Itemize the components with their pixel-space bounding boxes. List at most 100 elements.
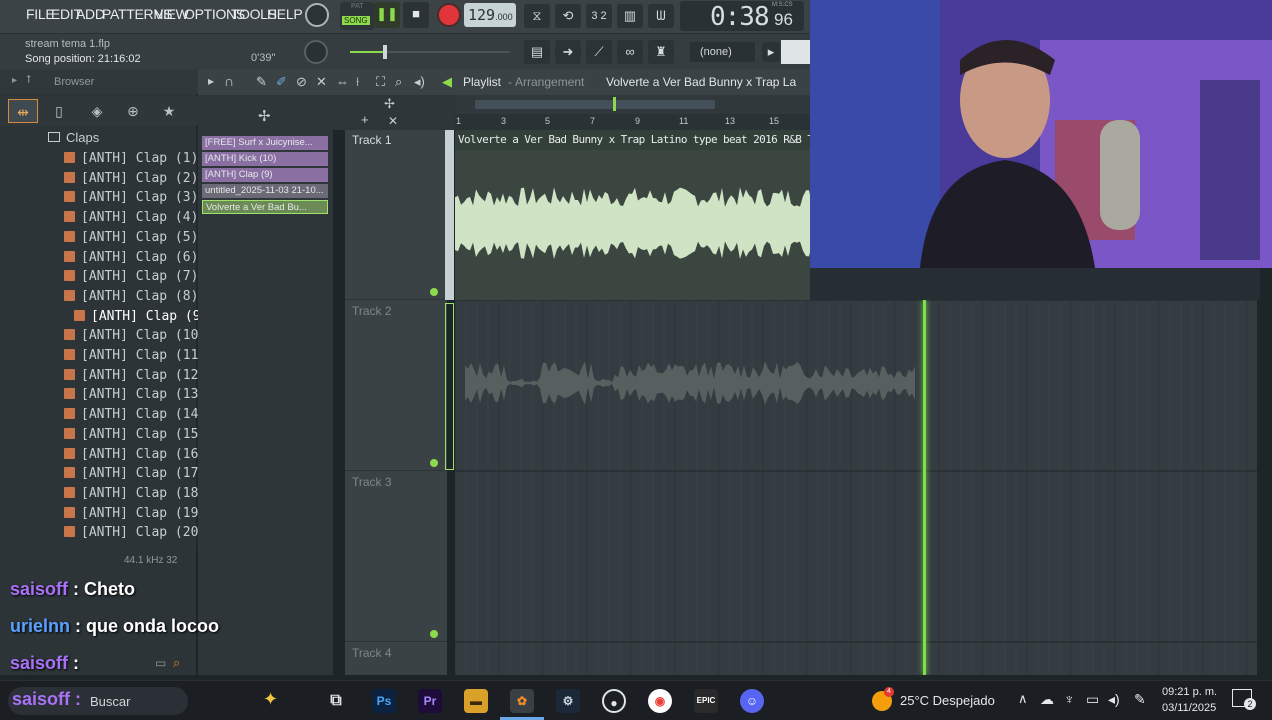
mute-icon[interactable]: ✕ [316,74,327,90]
wait-input-button[interactable]: ⟲ [555,4,581,28]
picker-item[interactable]: untitled_2025-11-03 21-10... [202,184,328,198]
main-volume-knob[interactable] [305,3,329,27]
mixer-button[interactable]: ▤ [524,40,550,64]
notification-icon[interactable]: 2 [1232,689,1256,710]
browser-item[interactable]: [ANTH] Clap (4) [64,208,198,227]
browser-up-icon[interactable]: ⭡ [26,74,31,87]
search-box[interactable]: saisoff : Buscar ✦ [8,687,278,715]
time-display[interactable]: 0:38 96 M:S:CS [680,1,804,32]
pen-icon[interactable]: ✎ [1134,691,1146,708]
cloud-icon[interactable]: ☁ [1040,691,1054,708]
picker-toggle-icon[interactable]: ✢ [258,107,271,125]
snap-selector[interactable]: (none) [690,42,755,62]
playhead[interactable] [923,300,926,675]
track-led[interactable] [430,288,438,296]
track-header-2[interactable]: Track 2 [345,301,447,471]
browser-item[interactable]: [ANTH] Clap (17) [64,464,206,483]
browser-item[interactable]: [ANTH] Clap (9) [74,307,208,326]
fl-studio-icon[interactable]: ✿ [510,689,534,713]
folder-claps[interactable]: Claps [48,130,99,145]
track-led[interactable] [430,630,438,638]
picker-item-selected[interactable]: Volverte a Ver Bad Bu... [202,200,328,214]
track-1-selector[interactable] [445,130,454,300]
close-track-icon[interactable]: ✕ [388,114,398,128]
blend-notes-button[interactable]: ᗯ [648,4,674,28]
scrollbar-thumb[interactable] [475,100,715,109]
pencil-icon[interactable]: ✎ [256,74,267,90]
browser-tab-web[interactable]: ⊕ [118,99,148,123]
track-2-selector[interactable] [445,303,454,470]
picker-item[interactable]: [FREE] Surf x Juicynise... [202,136,328,150]
track-led[interactable] [430,459,438,467]
search-icon[interactable]: ⌕ [173,655,180,671]
browser-item[interactable]: [ANTH] Clap (14) [64,405,206,424]
browser-item[interactable]: [ANTH] Clap (11) [64,346,206,365]
task-view-icon[interactable]: ⧉ [324,689,348,713]
track-header-1[interactable]: Track 1 [345,130,447,300]
clip-header[interactable]: Volverte a Ver Bad Bunny x Trap Latino t… [455,130,832,150]
browser-item[interactable]: [ANTH] Clap (1) [64,149,198,168]
browser-item[interactable]: [ANTH] Clap (8) [64,287,198,306]
playback-icon[interactable]: ◂) [414,74,425,90]
track-header-4[interactable]: Track 4 [345,643,447,675]
delete-icon[interactable]: ⊘ [296,74,307,90]
snap-next-button[interactable]: ▸ [762,42,780,62]
volume-handle[interactable] [383,45,387,59]
browser-collapse-icon[interactable]: ▸ [12,75,17,86]
playlist-scrollbar[interactable] [455,95,810,114]
song-position-marker[interactable] [613,97,616,111]
brush-icon[interactable]: ✐ [276,74,287,90]
record-button[interactable] [437,3,461,27]
select-icon[interactable]: ⛶ [376,74,385,90]
browser-item[interactable]: [ANTH] Clap (13) [64,385,206,404]
browser-item[interactable]: [ANTH] Clap (20) [64,523,206,542]
typing-keyboard-button[interactable]: ▥ [617,4,643,28]
picker-item[interactable]: [ANTH] Kick (10) [202,152,328,166]
zoom-icon[interactable]: ⌕ [395,74,402,90]
epic-games-icon[interactable]: EPIC [694,689,718,713]
add-track-icon[interactable]: + [361,112,369,127]
track-move-icon[interactable]: ✢ [384,96,395,112]
browser-item[interactable]: [ANTH] Clap (2) [64,169,198,188]
track-header-3[interactable]: Track 3 [345,472,447,642]
microphone-icon[interactable]: ♆ [1064,691,1075,707]
chrome-icon[interactable]: ◉ [648,689,672,713]
browser-item[interactable]: [ANTH] Clap (19) [64,504,206,523]
browser-item[interactable]: [ANTH] Clap (3) [64,188,198,207]
picker-item[interactable]: [ANTH] Clap (9) [202,168,328,182]
mic-button[interactable]: ♜ [648,40,674,64]
countdown-button[interactable]: 3 2 [586,4,612,28]
menu-add[interactable]: ADD [76,6,105,22]
pat-song-switch[interactable]: PAT SONG [340,2,374,30]
master-volume-slider[interactable] [350,45,510,59]
master-pitch-knob[interactable] [304,40,328,64]
browser-item[interactable]: [ANTH] Clap (5) [64,228,198,247]
browser-tab-project[interactable]: ▯ [44,99,74,123]
slice-icon[interactable]: ⟊ [356,74,359,90]
weather-text[interactable]: 25°C Despejado [900,693,995,708]
timeline-ruler[interactable]: 1 3 5 7 9 11 13 15 [455,114,810,130]
chevron-up-icon[interactable]: ∧ [1018,691,1028,707]
copilot-icon[interactable]: ✦ [263,689,278,710]
audio-clip-track-1[interactable]: Volverte a Ver Bad Bunny x Trap Latino t… [455,130,832,300]
clock-date[interactable]: 03/11/2025 [1162,702,1216,714]
folder-icon[interactable]: ▭ [155,656,166,670]
channel-rack-button[interactable]: ➜ [555,40,581,64]
browser-item[interactable]: [ANTH] Clap (10) [64,326,206,345]
network-icon[interactable]: ▭ [1086,691,1099,708]
browser-item[interactable]: [ANTH] Clap (12) [64,366,206,385]
browser-tab-plugins[interactable]: ◈ [82,99,112,123]
premiere-icon[interactable]: Pr [418,689,442,713]
slip-icon[interactable]: ⇔ [336,74,349,89]
stop-button[interactable]: ■ [403,2,429,28]
plugin-picker-button[interactable]: ⟋ [586,40,612,64]
play-button[interactable]: ❚❚ [374,2,400,28]
browser-item[interactable]: [ANTH] Clap (6) [64,248,198,267]
obs-icon[interactable]: ● [602,689,626,713]
browser-item[interactable]: [ANTH] Clap (18) [64,484,206,503]
volume-icon[interactable]: ◂) [1108,691,1120,708]
clock-time[interactable]: 09:21 p. m. [1162,686,1217,698]
tempo-display[interactable]: 129.000 [464,3,516,27]
browser-tab-favorites[interactable]: ★ [154,99,184,123]
magnet-icon[interactable]: ∩ [224,73,234,89]
